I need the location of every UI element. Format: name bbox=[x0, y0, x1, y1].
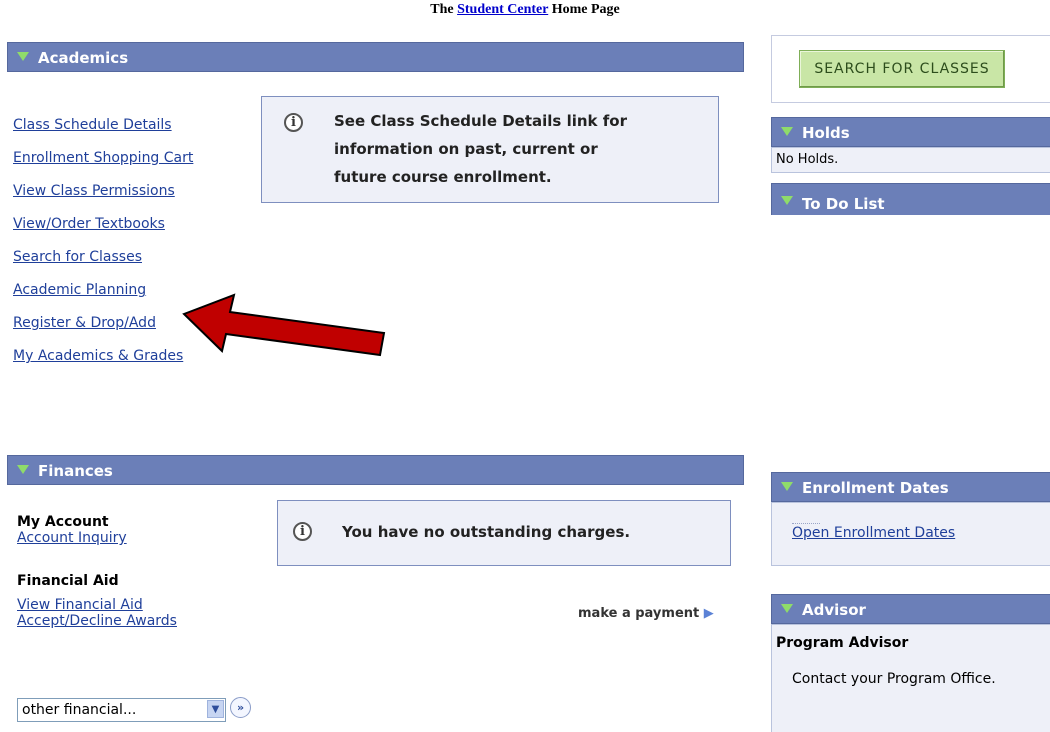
link-class-schedule-details[interactable]: Class Schedule Details bbox=[13, 117, 172, 133]
triangle-down-icon[interactable] bbox=[781, 127, 793, 136]
advisor-heading: Program Advisor bbox=[776, 635, 909, 651]
my-account-heading: My Account bbox=[17, 514, 109, 530]
finances-header[interactable]: Finances bbox=[7, 455, 744, 485]
link-register-drop-add[interactable]: Register & Drop/Add bbox=[13, 315, 156, 331]
caption-prefix: The bbox=[430, 2, 454, 17]
enrollment-dates-body: Open Enrollment Dates bbox=[771, 502, 1050, 566]
academics-header[interactable]: Academics bbox=[7, 42, 744, 72]
holds-body: No Holds. bbox=[771, 147, 1050, 173]
link-view-class-permissions[interactable]: View Class Permissions bbox=[13, 183, 175, 199]
holds-title: Holds bbox=[802, 124, 850, 142]
play-arrow-icon: ▶ bbox=[703, 606, 714, 621]
academics-links: Class Schedule Details Enrollment Shoppi… bbox=[13, 108, 193, 372]
info-circle-icon: i bbox=[284, 113, 303, 132]
enrollment-dates-header[interactable]: Enrollment Dates bbox=[771, 472, 1050, 502]
student-center-link[interactable]: Student Center bbox=[457, 2, 548, 17]
todo-header[interactable]: To Do List bbox=[771, 183, 1050, 215]
separator bbox=[792, 523, 820, 524]
academics-title: Academics bbox=[38, 49, 129, 67]
holds-header[interactable]: Holds bbox=[771, 117, 1050, 147]
chevron-down-icon[interactable]: ▼ bbox=[207, 700, 224, 718]
advisor-title: Advisor bbox=[802, 601, 866, 619]
triangle-down-icon[interactable] bbox=[17, 52, 29, 61]
triangle-down-icon[interactable] bbox=[781, 196, 793, 205]
double-chevron-right-icon[interactable]: » bbox=[230, 697, 251, 718]
search-for-classes-button[interactable]: SEARCH FOR CLASSES bbox=[799, 50, 1005, 88]
triangle-down-icon[interactable] bbox=[17, 465, 29, 474]
link-accept-decline-awards[interactable]: Accept/Decline Awards bbox=[17, 613, 177, 629]
advisor-header[interactable]: Advisor bbox=[771, 594, 1050, 624]
triangle-down-icon[interactable] bbox=[781, 604, 793, 613]
schedule-info-text: See Class Schedule Details link for info… bbox=[334, 107, 627, 191]
link-search-for-classes[interactable]: Search for Classes bbox=[13, 249, 142, 265]
schedule-info-box: i See Class Schedule Details link for in… bbox=[261, 96, 719, 203]
link-my-academics-grades[interactable]: My Academics & Grades bbox=[13, 348, 183, 364]
make-payment-link[interactable]: make a payment ▶ bbox=[578, 606, 714, 621]
annotation-arrow bbox=[182, 293, 386, 357]
holds-text: No Holds. bbox=[776, 152, 839, 167]
todo-title: To Do List bbox=[802, 195, 885, 213]
enrollment-dates-title: Enrollment Dates bbox=[802, 479, 949, 497]
link-view-financial-aid[interactable]: View Financial Aid bbox=[17, 597, 143, 613]
link-open-enrollment-dates[interactable]: Open Enrollment Dates bbox=[792, 525, 955, 541]
financial-aid-section: Financial Aid View Financial Aid Accept/… bbox=[17, 573, 177, 629]
triangle-down-icon[interactable] bbox=[781, 482, 793, 491]
search-panel: SEARCH FOR CLASSES bbox=[771, 35, 1050, 103]
finances-title: Finances bbox=[38, 462, 113, 480]
make-payment-label: make a payment bbox=[578, 606, 700, 621]
charges-info-text: You have no outstanding charges. bbox=[342, 523, 631, 541]
charges-info-box: i You have no outstanding charges. bbox=[277, 500, 731, 566]
info-line-3: future course enrollment. bbox=[334, 168, 552, 186]
link-view-order-textbooks[interactable]: View/Order Textbooks bbox=[13, 216, 165, 232]
select-value: other financial... bbox=[22, 702, 137, 718]
my-account-section: My Account Account Inquiry bbox=[17, 514, 127, 546]
advisor-text: Contact your Program Office. bbox=[792, 671, 996, 687]
link-academic-planning[interactable]: Academic Planning bbox=[13, 282, 146, 298]
info-circle-icon: i bbox=[293, 522, 312, 541]
caption-suffix: Home Page bbox=[551, 2, 620, 17]
page-caption: The Student Center Home Page bbox=[0, 2, 1050, 18]
link-enrollment-shopping-cart[interactable]: Enrollment Shopping Cart bbox=[13, 150, 193, 166]
link-account-inquiry[interactable]: Account Inquiry bbox=[17, 530, 127, 546]
info-line-1: See Class Schedule Details link for bbox=[334, 112, 627, 130]
info-line-2: information on past, current or bbox=[334, 140, 598, 158]
other-financial-select[interactable]: other financial... ▼ bbox=[17, 698, 226, 722]
financial-aid-heading: Financial Aid bbox=[17, 573, 119, 589]
advisor-body: Program Advisor Contact your Program Off… bbox=[771, 624, 1050, 732]
